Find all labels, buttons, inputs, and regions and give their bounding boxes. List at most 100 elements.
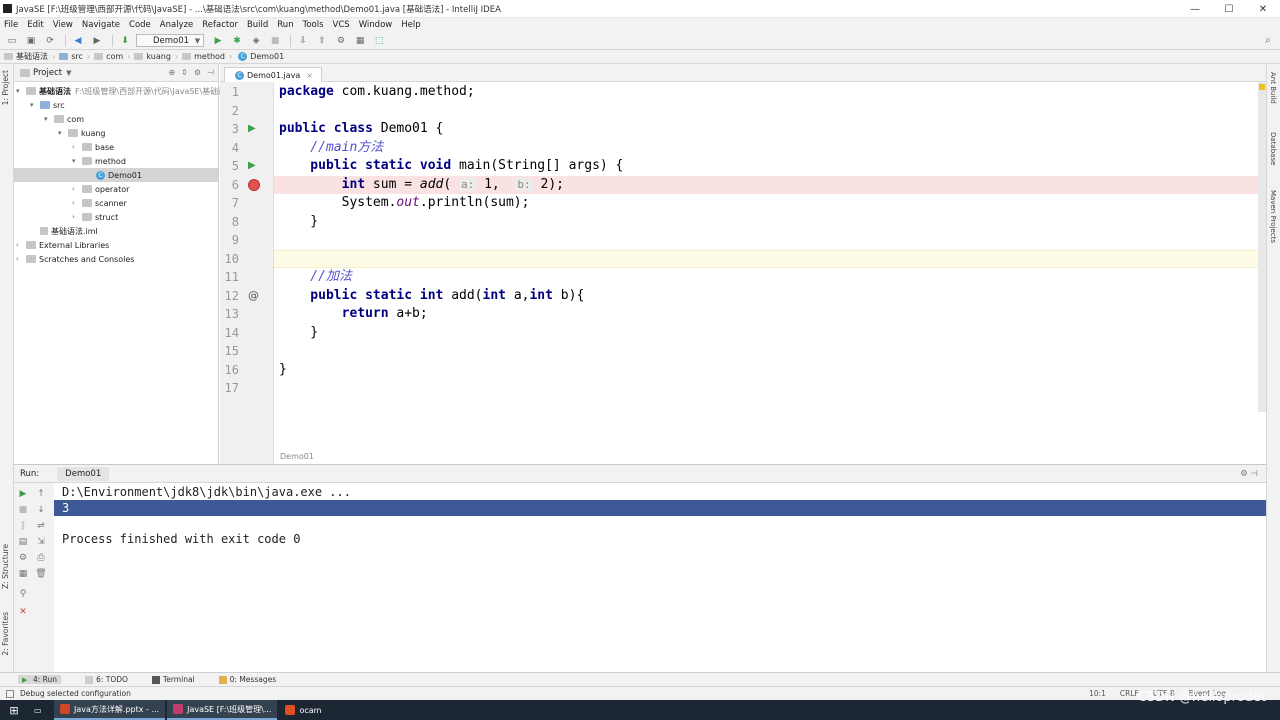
pause-icon[interactable]: ‖ bbox=[16, 519, 30, 533]
trash-icon[interactable]: 🗑 bbox=[34, 567, 48, 581]
task-view-icon[interactable]: ▭ bbox=[28, 700, 54, 720]
favorites-tool-tab[interactable]: 2: Favorites bbox=[1, 612, 10, 656]
tree-item-src[interactable]: ▾ src bbox=[30, 98, 65, 112]
down-icon[interactable]: ↓ bbox=[34, 503, 48, 517]
collapse-icon[interactable]: ⇕ bbox=[181, 68, 188, 77]
pin-icon[interactable]: ⚲ bbox=[16, 587, 30, 601]
menu-run[interactable]: Run bbox=[277, 20, 293, 30]
menu-refactor[interactable]: Refactor bbox=[202, 20, 238, 30]
breadcrumb-item[interactable]: C Demo01 bbox=[236, 52, 284, 61]
print-icon[interactable]: ⎙ bbox=[34, 551, 48, 565]
build-icon[interactable]: ⬇ bbox=[117, 34, 133, 48]
tree-item-kuang[interactable]: ▾ kuang bbox=[58, 126, 106, 140]
breadcrumb-item[interactable]: com › bbox=[94, 52, 130, 61]
tab-run[interactable]: ▶ 4: Run bbox=[18, 675, 62, 684]
structure-tool-tab[interactable]: Z: Structure bbox=[1, 544, 10, 589]
tree-item-operator[interactable]: › operator bbox=[72, 182, 129, 196]
menu-tools[interactable]: Tools bbox=[303, 20, 324, 30]
console-output[interactable]: D:\Environment\jdk8\jdk\bin\java.exe ...… bbox=[54, 483, 1266, 672]
sync-icon[interactable]: ⟳ bbox=[42, 34, 58, 48]
settings-icon[interactable]: ⚙ bbox=[16, 551, 30, 565]
tree-item-root[interactable]: ▾ 基础语法 F:\班级管理\西部开源\代码\JavaSE\基础语法 bbox=[16, 84, 234, 98]
tree-item-external-libraries[interactable]: › External Libraries bbox=[16, 238, 109, 252]
run-method-icon[interactable]: ▶ bbox=[248, 157, 256, 176]
taskbar-item-ppt[interactable]: Java方法详解.pptx - ... bbox=[54, 700, 166, 720]
tree-item-method[interactable]: ▾ method bbox=[72, 154, 126, 168]
taskbar-item-ocam[interactable]: ocam bbox=[279, 700, 327, 720]
menu-vcs[interactable]: VCS bbox=[333, 20, 350, 30]
tree-item-base[interactable]: › base bbox=[72, 140, 114, 154]
layout-icon[interactable]: ▦ bbox=[16, 567, 30, 581]
gear-icon[interactable]: ⚙ ⊣ bbox=[1240, 469, 1258, 479]
gear-icon[interactable]: ⚙ bbox=[194, 68, 201, 77]
inspection-status-icon[interactable] bbox=[1259, 84, 1265, 90]
tree-item-iml[interactable]: 基础语法.iml bbox=[38, 224, 98, 238]
tab-messages[interactable]: 0: Messages bbox=[218, 675, 276, 684]
project-tool-tab[interactable]: 1: Project bbox=[1, 70, 10, 105]
tool-windows-icon[interactable] bbox=[6, 690, 14, 698]
stop-icon[interactable]: ■ bbox=[267, 34, 283, 48]
tree-item-struct[interactable]: › struct bbox=[72, 210, 118, 224]
code-editor[interactable]: package com.kuang.method; public class D… bbox=[274, 82, 1260, 464]
menu-view[interactable]: View bbox=[53, 20, 73, 30]
editor-breadcrumb[interactable]: Demo01 bbox=[274, 448, 1260, 464]
menu-analyze[interactable]: Analyze bbox=[160, 20, 194, 30]
close-icon[interactable]: × bbox=[306, 71, 313, 80]
forward-icon[interactable]: ▶ bbox=[89, 34, 105, 48]
soft-wrap-icon[interactable]: ⇌ bbox=[34, 519, 48, 533]
breakpoint-icon[interactable] bbox=[248, 179, 260, 191]
editor-scrollbar[interactable] bbox=[1258, 82, 1266, 412]
override-icon[interactable]: @ bbox=[248, 287, 259, 306]
update-icon[interactable]: ⇩ bbox=[295, 34, 311, 48]
menu-build[interactable]: Build bbox=[247, 20, 268, 30]
chevron-down-icon[interactable]: ▼ bbox=[66, 69, 71, 77]
editor-gutter[interactable]: 1 2 3 4 5 6 7 8 9 10 11 12 13 14 15 16 1… bbox=[220, 82, 274, 464]
debug-icon[interactable]: ✱ bbox=[229, 34, 245, 48]
database-tab[interactable]: Database bbox=[1269, 132, 1277, 165]
taskbar-item-idea[interactable]: JavaSE [F:\班级管理\... bbox=[167, 700, 278, 720]
menu-help[interactable]: Help bbox=[401, 20, 420, 30]
tab-todo[interactable]: 6: TODO bbox=[85, 675, 128, 684]
close-button[interactable]: ✕ bbox=[1246, 0, 1280, 18]
breadcrumb-item[interactable]: kuang › bbox=[134, 52, 178, 61]
project-structure-icon[interactable]: ▦ bbox=[352, 34, 368, 48]
sync-icon[interactable]: ⊕ bbox=[168, 68, 175, 77]
menu-edit[interactable]: Edit bbox=[27, 20, 43, 30]
windows-start-icon[interactable]: ⊞ bbox=[0, 700, 28, 720]
maximize-button[interactable]: ☐ bbox=[1212, 0, 1246, 18]
rerun-icon[interactable]: ▶ bbox=[16, 487, 30, 501]
save-icon[interactable]: ▣ bbox=[23, 34, 39, 48]
tree-item-scanner[interactable]: › scanner bbox=[72, 196, 127, 210]
up-icon[interactable]: ↑ bbox=[34, 487, 48, 501]
tab-demo01-java[interactable]: C Demo01.java × bbox=[224, 67, 322, 82]
minimize-button[interactable]: — bbox=[1178, 0, 1212, 18]
breadcrumb-item[interactable]: method › bbox=[182, 52, 232, 61]
tree-item-com[interactable]: ▾ com bbox=[44, 112, 84, 126]
back-icon[interactable]: ◀ bbox=[70, 34, 86, 48]
menu-code[interactable]: Code bbox=[129, 20, 151, 30]
breadcrumb-item[interactable]: src › bbox=[59, 52, 90, 61]
sdk-icon[interactable]: ⬚ bbox=[371, 34, 387, 48]
open-folder-icon[interactable]: ▭ bbox=[4, 34, 20, 48]
menu-navigate[interactable]: Navigate bbox=[82, 20, 120, 30]
tab-run-demo01[interactable]: Demo01 bbox=[57, 466, 110, 481]
close-icon[interactable]: ✕ bbox=[16, 605, 30, 619]
dump-threads-icon[interactable]: ▤ bbox=[16, 535, 30, 549]
run-config-selector[interactable]: Demo01 ▼ bbox=[136, 34, 205, 47]
search-everywhere-icon[interactable]: ⌕ bbox=[1265, 35, 1271, 46]
breadcrumb-item[interactable]: 基础语法 › bbox=[4, 51, 55, 62]
menu-file[interactable]: File bbox=[4, 20, 18, 30]
line-separator[interactable]: CRLF bbox=[1120, 689, 1139, 698]
ant-build-tab[interactable]: Ant Build bbox=[1269, 72, 1277, 104]
tree-item-demo01[interactable]: C Demo01 bbox=[14, 168, 218, 182]
caret-position[interactable]: 10:1 bbox=[1089, 689, 1106, 698]
tree-item-scratches[interactable]: › Scratches and Consoles bbox=[16, 252, 134, 266]
push-icon[interactable]: ⇧ bbox=[314, 34, 330, 48]
stop-icon[interactable]: ■ bbox=[16, 503, 30, 517]
coverage-icon[interactable]: ◈ bbox=[248, 34, 264, 48]
run-class-icon[interactable]: ▶ bbox=[248, 120, 256, 139]
project-panel-title[interactable]: Project bbox=[33, 68, 62, 78]
scroll-to-end-icon[interactable]: ⇲ bbox=[34, 535, 48, 549]
tab-terminal[interactable]: Terminal bbox=[151, 675, 195, 684]
run-icon[interactable]: ▶ bbox=[210, 34, 226, 48]
